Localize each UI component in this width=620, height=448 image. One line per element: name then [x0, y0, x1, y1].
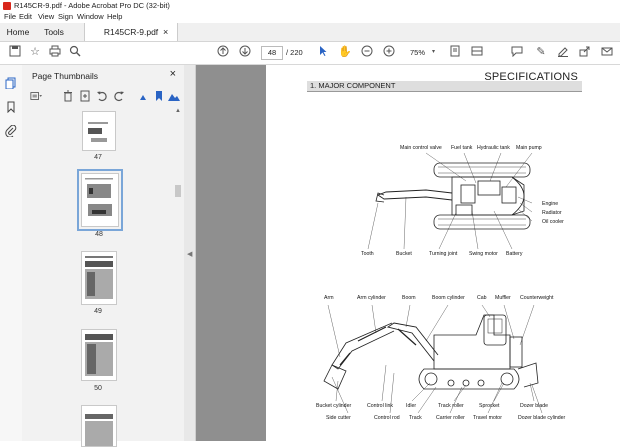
menu-sign[interactable]: Sign: [58, 12, 73, 21]
delete-page-icon[interactable]: [62, 90, 74, 102]
email-icon[interactable]: [600, 45, 614, 59]
label-counterweight: Counterweight: [520, 295, 554, 301]
label-side-cutter: Side cutter: [326, 415, 351, 421]
thumbnail-label: 50: [94, 385, 102, 392]
thumbnails-scrollbar[interactable]: ▲: [174, 105, 182, 441]
rotate-clockwise-icon[interactable]: [113, 90, 125, 102]
title-bar: R145CR-9.pdf - Adobe Acrobat Pro DC (32-…: [0, 0, 620, 12]
navigation-rail: [0, 65, 23, 441]
label-bucket-cylinder: Bucket cylinder: [316, 403, 352, 409]
label-dozer-blade-cylinder: Dozer blade cylinder: [518, 415, 566, 421]
label-fuel-tank: Fuel tank: [451, 145, 473, 151]
page-thumbnail-49[interactable]: [81, 251, 117, 305]
menu-help[interactable]: Help: [107, 12, 122, 21]
print-icon[interactable]: [48, 45, 62, 59]
page-thumbnail-47[interactable]: [82, 111, 116, 151]
label-tooth: Tooth: [361, 251, 374, 257]
label-track-roller: Track roller: [438, 403, 464, 409]
highlight-pen-icon[interactable]: ✎: [534, 45, 548, 59]
bookmark-flag-icon[interactable]: [153, 90, 165, 102]
page-thumbnail-48[interactable]: [77, 169, 123, 231]
tab-bar: Home Tools R145CR-9.pdf ×: [0, 23, 620, 42]
panel-close-icon[interactable]: ×: [170, 68, 176, 80]
label-sprocket: Sprocket: [479, 403, 500, 409]
label-travel-motor: Travel motor: [473, 415, 502, 421]
label-arm: Arm: [324, 295, 334, 301]
label-battery: Battery: [506, 251, 523, 257]
thumbnail-label-selected: 48: [95, 231, 103, 238]
page-thumbnails-icon[interactable]: [5, 77, 17, 90]
search-icon[interactable]: [68, 45, 82, 59]
tab-tools[interactable]: Tools: [38, 23, 70, 41]
page-thumbnails-panel: Page Thumbnails × 47 48 49 50: [22, 65, 185, 447]
zoom-out-icon[interactable]: [360, 45, 374, 59]
panel-splitter[interactable]: ◀: [184, 65, 196, 441]
label-arm-cylinder: Arm cylinder: [357, 295, 386, 301]
previous-page-icon[interactable]: [216, 45, 230, 59]
label-carrier-roller: Carrier roller: [436, 415, 465, 421]
tab-close-icon[interactable]: ×: [163, 23, 168, 41]
fit-page-icon[interactable]: [448, 45, 462, 59]
label-muffler: Muffler: [495, 295, 511, 301]
label-radiator: Radiator: [542, 210, 562, 216]
label-track: Track: [409, 415, 422, 421]
label-control-rod: Control rod: [374, 415, 400, 421]
label-idler: Idler: [406, 403, 417, 409]
zoom-level[interactable]: 75%: [410, 48, 425, 57]
next-page-icon[interactable]: [238, 45, 252, 59]
select-cursor-icon[interactable]: [316, 45, 330, 59]
thumbnail-label: 47: [94, 154, 102, 161]
rotate-counterclockwise-icon[interactable]: [96, 90, 108, 102]
toolbar: ☆ 48 / 220 ✋ 75% ▾ ✎: [0, 42, 620, 65]
page-thumbnail-50[interactable]: [81, 329, 117, 381]
menu-bar: File Edit View Sign Window Help: [0, 12, 620, 23]
bookmarks-icon[interactable]: [5, 101, 17, 114]
page-total: / 220: [286, 48, 303, 57]
tab-home[interactable]: Home: [2, 23, 34, 41]
menu-edit[interactable]: Edit: [19, 12, 32, 21]
label-cab: Cab: [477, 295, 487, 301]
label-bucket: Bucket: [396, 251, 412, 257]
label-boom-cylinder: Boom cylinder: [432, 295, 465, 301]
save-icon[interactable]: [8, 45, 22, 59]
menu-file[interactable]: File: [4, 12, 16, 21]
share-icon[interactable]: [578, 45, 592, 59]
zoom-dropdown-icon[interactable]: ▾: [432, 48, 435, 55]
label-oil-cooler: Oil cooler: [542, 219, 564, 225]
window-title: R145CR-9.pdf - Adobe Acrobat Pro DC (32-…: [14, 1, 170, 10]
menu-view[interactable]: View: [38, 12, 54, 21]
thumbnail-options-icon[interactable]: [30, 90, 42, 102]
label-hydraulic-tank: Hydraulic tank: [477, 145, 510, 151]
scroll-mode-icon[interactable]: [470, 45, 484, 59]
label-main-control-valve: Main control valve: [400, 145, 442, 151]
scroll-up-icon[interactable]: ▲: [175, 108, 181, 114]
fill-sign-icon[interactable]: [556, 45, 570, 59]
comment-icon[interactable]: [510, 45, 524, 59]
label-swing-motor: Swing motor: [469, 251, 498, 257]
tab-document-label: R145CR-9.pdf: [103, 27, 159, 37]
insert-page-icon[interactable]: [79, 90, 91, 102]
page-number-input[interactable]: 48: [261, 46, 283, 60]
acrobat-app-icon: [3, 2, 11, 10]
menu-window[interactable]: Window: [77, 12, 104, 21]
label-control-link: Control link: [367, 403, 393, 409]
thumbnail-label: 49: [94, 308, 102, 315]
label-engine: Engine: [542, 201, 559, 207]
zoom-in-icon[interactable]: [382, 45, 396, 59]
label-dozer-blade: Dozer blade: [520, 403, 548, 409]
collapse-panel-icon[interactable]: ◀: [187, 250, 192, 258]
label-main-pump: Main pump: [516, 145, 542, 151]
thumbnails-panel-title: Page Thumbnails: [32, 71, 98, 81]
attachments-icon[interactable]: [5, 124, 17, 138]
bookmark-star-icon[interactable]: ☆: [28, 45, 42, 59]
mountain-image-icon[interactable]: [168, 90, 180, 102]
pdf-page: SPECIFICATIONS 1. MAJOR COMPONENT Main c…: [266, 65, 620, 441]
hand-tool-icon[interactable]: ✋: [338, 45, 352, 59]
scrollbar-thumb[interactable]: [175, 185, 181, 197]
label-boom: Boom: [402, 295, 416, 301]
shape-small-icon[interactable]: [137, 90, 149, 102]
label-turning-joint: Turning joint: [429, 251, 458, 257]
